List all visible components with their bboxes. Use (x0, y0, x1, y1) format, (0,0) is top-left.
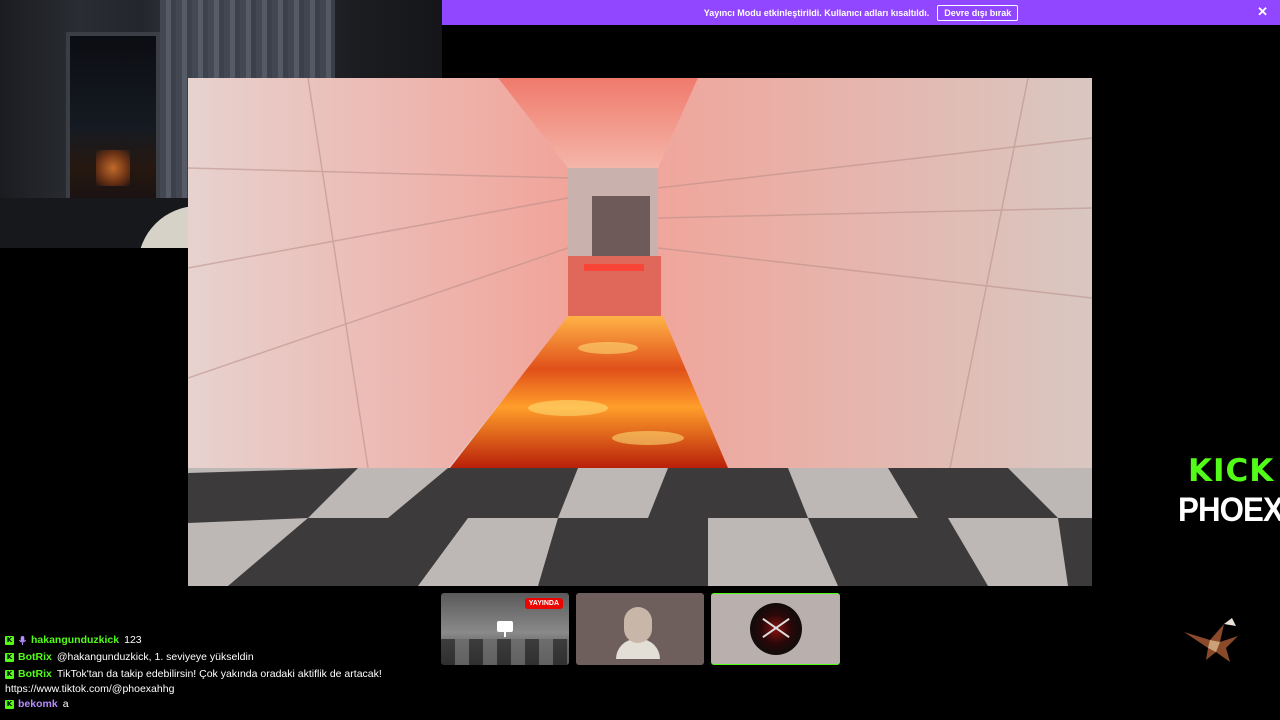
thumbnail-floor (441, 639, 569, 665)
game-scene (188, 78, 1092, 586)
avatar (750, 603, 802, 655)
monitor-icon (497, 621, 513, 637)
chat-username[interactable]: BotRix (18, 666, 52, 683)
live-badge: YAYINDA (524, 598, 563, 609)
kick-badge-icon: K (5, 670, 14, 679)
chat-message: K BotRix @hakangunduzkick, 1. seviyeye y… (5, 649, 435, 666)
chat-message: K bekomk a (5, 696, 435, 713)
kick-badge-icon: K (5, 653, 14, 662)
chat-link[interactable]: https://www.tiktok.com/@phoexahhg (5, 683, 435, 696)
kick-logo: KICK (1188, 453, 1275, 489)
chat-text: @hakangunduzkick, 1. seviyeye yükseldin (56, 651, 254, 663)
chat-overlay: K hakangunduzkick 123 K BotRix @hakangun… (5, 632, 435, 713)
chat-message: K hakangunduzkick 123 (5, 632, 435, 649)
window-light (96, 150, 130, 186)
kick-badge-icon: K (5, 636, 14, 645)
chat-text: TikTok'tan da takip edebilirsin! Çok yak… (56, 668, 382, 680)
thumbnail-game-screen[interactable]: YAYINDA (441, 593, 569, 665)
chat-username[interactable]: bekomk (18, 696, 58, 713)
eagle-icon (1184, 618, 1238, 662)
chat-text: a (62, 698, 69, 710)
thumbnail-avatar[interactable] (711, 593, 840, 665)
chat-username[interactable]: BotRix (18, 649, 52, 666)
game-view (188, 78, 1092, 586)
thumbnail-face (624, 607, 652, 643)
chat-text: 123 (124, 634, 142, 646)
banner-message: Yayıncı Modu etkinleştirildi. Kullanıcı … (703, 7, 930, 18)
close-icon[interactable]: ✕ (1257, 5, 1268, 19)
channel-name: PHOEXA (1178, 491, 1280, 529)
chat-username[interactable]: hakangunduzkick (31, 632, 119, 649)
thumbnail-webcam[interactable] (576, 593, 704, 665)
mic-icon (18, 636, 27, 645)
disable-streamer-mode-button[interactable]: Devre dışı bırak (937, 4, 1019, 21)
chat-message: K BotRix TikTok'tan da takip edebilirsin… (5, 666, 435, 683)
streamer-mode-banner: Yayıncı Modu etkinleştirildi. Kullanıcı … (442, 0, 1280, 25)
kick-badge-icon: K (5, 700, 14, 709)
